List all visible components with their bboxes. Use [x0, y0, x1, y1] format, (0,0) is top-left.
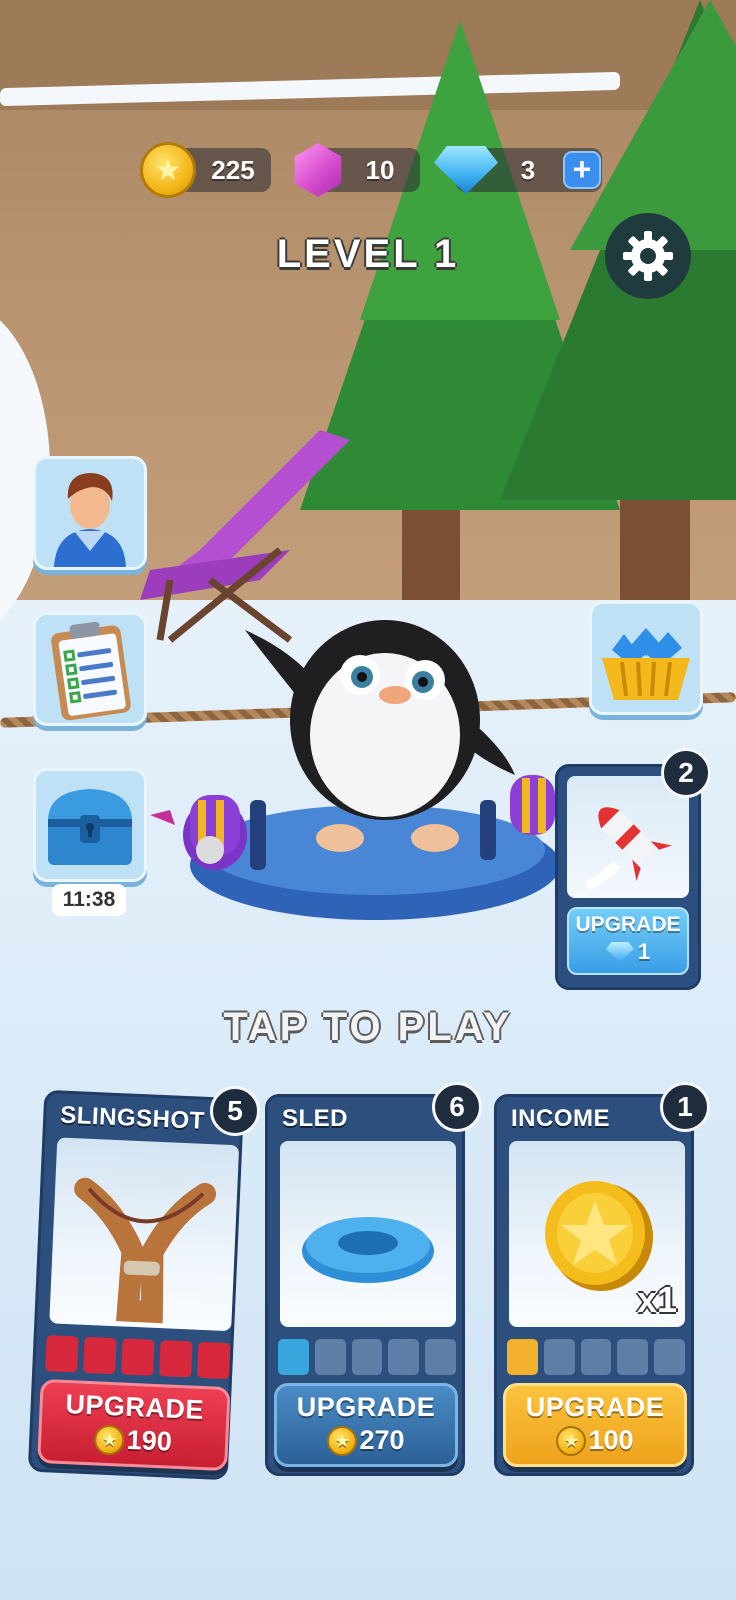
sled-level-badge: 6 [432, 1082, 482, 1132]
income-multiplier: x1 [636, 1279, 677, 1320]
pip-filled [197, 1341, 231, 1380]
slingshot-level-badge: 5 [210, 1086, 260, 1136]
pip-empty [543, 1339, 575, 1375]
rocket-image [567, 776, 689, 898]
tap-to-play-prompt[interactable]: TAP TO PLAY [180, 1005, 556, 1050]
add-diamonds-button[interactable]: + [563, 151, 601, 189]
gear-icon [623, 231, 673, 281]
pip-filled [45, 1335, 79, 1373]
income-image: x1 [509, 1141, 685, 1327]
upgrade-cost: 100 [588, 1425, 634, 1455]
chest-timer: 11:38 [52, 884, 126, 916]
sled-card[interactable]: SLED UPGRADE ★ 270 [265, 1094, 465, 1476]
slingshot-card[interactable]: SLINGSHOT UPGRADE ★ 190 [27, 1089, 245, 1481]
pip-empty [314, 1339, 346, 1375]
rocket-upgrade-button[interactable]: UPGRADE 1 [567, 907, 689, 975]
pip-empty [351, 1339, 383, 1375]
sled-upgrade-button[interactable]: UPGRADE ★ 270 [274, 1383, 458, 1467]
gem-shop-button[interactable] [589, 601, 703, 715]
card-title: SLINGSHOT [59, 1101, 206, 1135]
rocket-icon [584, 807, 672, 891]
pip-filled [83, 1336, 117, 1375]
upgrade-label: UPGRADE [525, 1392, 665, 1422]
sled-image [280, 1141, 456, 1327]
slingshot-upgrade-button[interactable]: UPGRADE ★ 190 [37, 1378, 231, 1472]
upgrade-cost: 270 [359, 1425, 405, 1455]
level-title: LEVEL 1 [276, 232, 460, 276]
chest-icon [48, 789, 132, 865]
rocket-upgrade-cost: 1 [637, 939, 651, 964]
tasks-button[interactable] [33, 612, 147, 726]
coin-icon: ★ [94, 1423, 126, 1456]
pip-filled [507, 1339, 538, 1375]
pip-empty [580, 1339, 612, 1375]
chest-button[interactable] [33, 768, 147, 882]
coin-icon: ★ [327, 1425, 358, 1456]
pip-empty [425, 1339, 456, 1375]
profile-button[interactable] [33, 456, 147, 570]
rocket-level-badge: 2 [661, 748, 711, 798]
diamond-icon [605, 942, 634, 962]
card-title: SLED [282, 1105, 349, 1132]
gem-count: 10 [365, 155, 395, 185]
pip-filled [159, 1340, 193, 1378]
progress-pips [45, 1335, 231, 1380]
avatar-icon [54, 473, 126, 567]
rocket-upgrade-label: UPGRADE [575, 913, 681, 936]
diamond-count: 3 [520, 155, 536, 185]
upgrade-cost: 190 [126, 1424, 173, 1457]
slingshot-icon [74, 1177, 217, 1324]
clipboard-icon [51, 621, 131, 721]
rocket-card[interactable]: UPGRADE 1 [555, 764, 701, 990]
income-level-badge: 1 [660, 1082, 710, 1132]
upgrade-label: UPGRADE [296, 1392, 436, 1422]
coin-icon: ★ [140, 142, 196, 198]
penguin-on-sled [150, 620, 560, 920]
settings-button[interactable] [605, 213, 691, 299]
card-title: INCOME [511, 1105, 610, 1132]
income-card[interactable]: INCOME x1 UPGRADE ★ 100 [494, 1094, 694, 1476]
pip-empty [654, 1339, 685, 1375]
slingshot-image [49, 1137, 240, 1332]
pip-filled [278, 1339, 309, 1375]
pip-empty [388, 1339, 420, 1375]
coin-icon: ★ [556, 1425, 587, 1456]
pip-empty [617, 1339, 649, 1375]
sled-icon [302, 1217, 434, 1283]
pip-filled [121, 1338, 155, 1376]
upgrade-label: UPGRADE [64, 1389, 205, 1426]
coin-count: 225 [211, 155, 255, 185]
income-upgrade-button[interactable]: UPGRADE ★ 100 [503, 1383, 687, 1467]
progress-pips [507, 1339, 685, 1375]
gem-basket-icon [602, 628, 690, 700]
progress-pips [278, 1339, 456, 1375]
